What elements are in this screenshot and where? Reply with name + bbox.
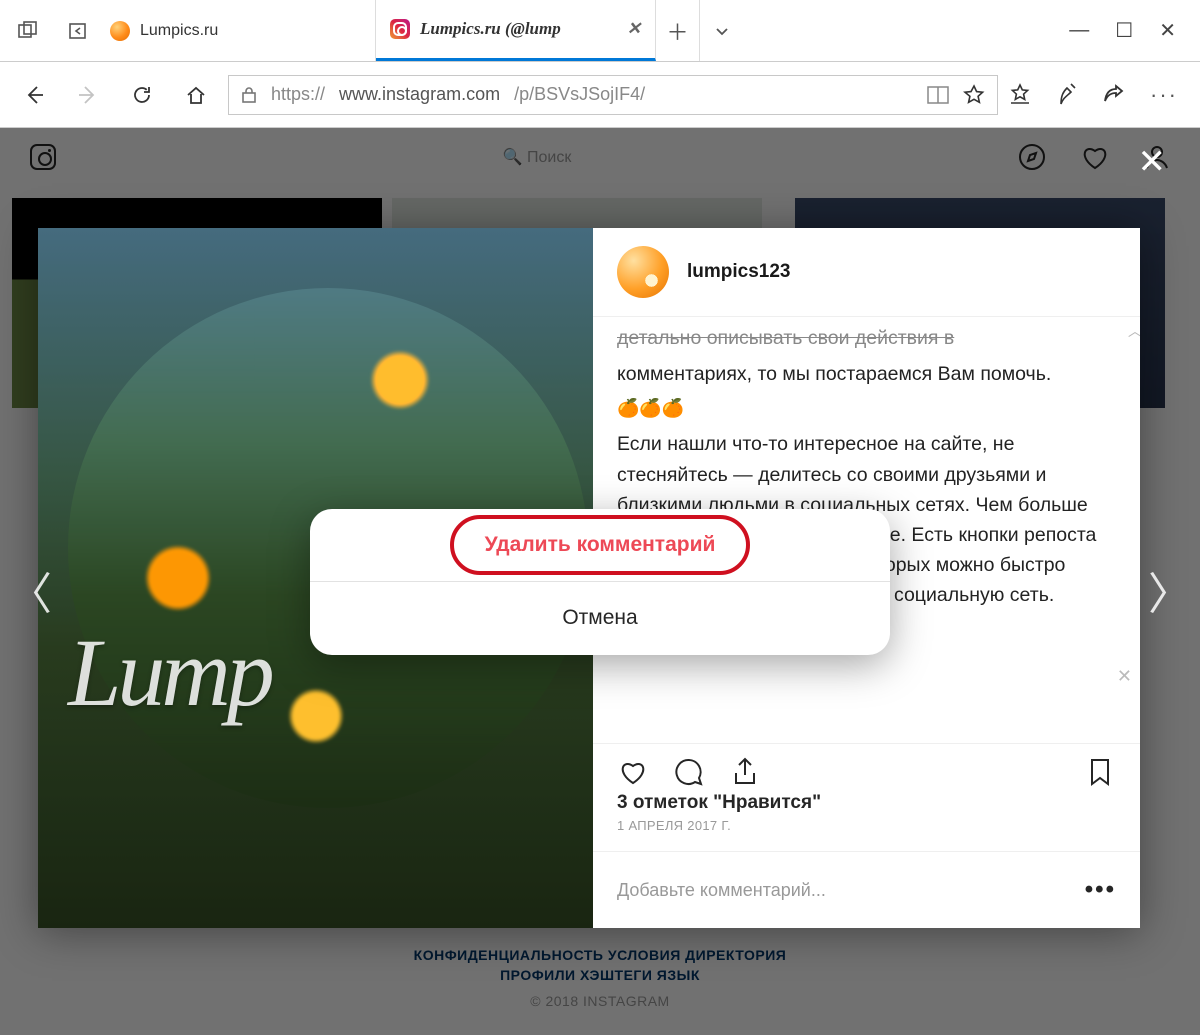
favorite-star-icon[interactable] [963, 84, 985, 106]
instagram-favicon-icon [390, 19, 410, 39]
url-host: www.instagram.com [339, 84, 500, 105]
browser-more-icon[interactable]: ··· [1150, 82, 1178, 108]
nav-refresh-button[interactable] [120, 73, 164, 117]
lumpics-favicon-icon [110, 21, 130, 41]
comment-action-sheet: Удалить комментарий Отмена [310, 509, 890, 655]
notes-pen-icon[interactable] [1056, 82, 1078, 106]
edge-tabs-aside-icon[interactable] [10, 13, 46, 49]
browser-tab-inactive[interactable]: Lumpics.ru [96, 0, 376, 61]
url-scheme: https:// [271, 84, 325, 105]
page-viewport: 🔍 Поиск КОНФИДЕНЦИАЛЬНОСТЬ УСЛОВИЯ ДИРЕК… [0, 128, 1200, 1035]
tab-title: Lumpics.ru [140, 22, 218, 40]
edge-set-aside-icon[interactable] [60, 13, 96, 49]
delete-comment-button[interactable]: Удалить комментарий [310, 509, 890, 582]
nav-back-button[interactable] [12, 73, 56, 117]
new-tab-button[interactable]: ＋ [656, 0, 700, 61]
cancel-button[interactable]: Отмена [310, 582, 890, 655]
share-icon[interactable] [1102, 82, 1126, 106]
lock-icon [241, 86, 257, 104]
browser-toolbar: https:// www.instagram.com/p/BSVsJSojIF4/… [0, 62, 1200, 128]
address-bar[interactable]: https:// www.instagram.com/p/BSVsJSojIF4/ [228, 75, 998, 115]
nav-home-button[interactable] [174, 73, 218, 117]
url-path: /p/BSVsJSojIF4/ [514, 84, 645, 105]
tab-title: Lumpics.ru (@lump [420, 19, 561, 39]
favorites-hub-icon[interactable] [1008, 82, 1032, 106]
tab-close-icon[interactable]: ✕ [627, 19, 641, 39]
window-close-button[interactable]: ✕ [1159, 18, 1176, 43]
nav-forward-button[interactable] [66, 73, 110, 117]
window-maximize-button[interactable]: ☐ [1115, 18, 1133, 43]
action-sheet-backdrop[interactable]: Удалить комментарий Отмена [0, 128, 1200, 1035]
window-minimize-button[interactable]: — [1069, 19, 1089, 42]
browser-tab-active[interactable]: Lumpics.ru (@lump ✕ [376, 0, 656, 61]
reading-view-icon[interactable] [927, 86, 949, 104]
browser-tab-bar: Lumpics.ru Lumpics.ru (@lump ✕ ＋ — ☐ ✕ [0, 0, 1200, 62]
tab-overflow-icon[interactable] [700, 0, 744, 61]
